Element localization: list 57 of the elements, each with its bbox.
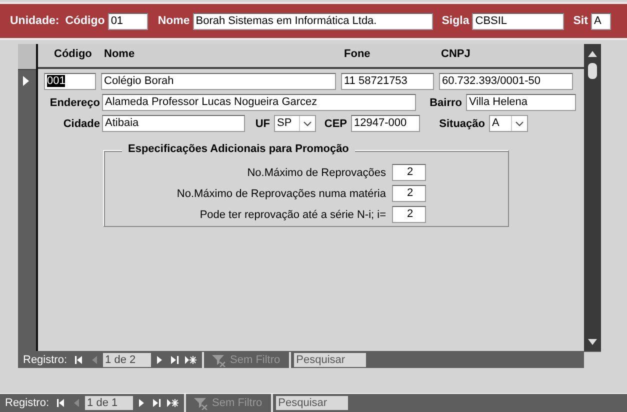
- input-field[interactable]: Borah Sistemas em Informática Ltda.: [192, 12, 433, 30]
- field-label: No.Máximo de Reprovações numa matéria: [176, 188, 386, 200]
- filter-icon: [211, 354, 228, 366]
- input-field[interactable]: Alameda Professor Lucas Nogueira Garcez: [102, 94, 416, 111]
- navigation-button[interactable]: [165, 396, 182, 410]
- field-label: CEP: [323, 118, 347, 130]
- first-record-icon: [74, 355, 84, 365]
- navigation-button[interactable]: [183, 353, 200, 367]
- last-record-icon: [152, 398, 162, 408]
- field-label: Endereço: [48, 96, 100, 108]
- field-label: Bairro: [428, 96, 462, 108]
- column-header: Fone: [344, 48, 372, 60]
- unit-title: Unidade:: [10, 15, 60, 27]
- input-field[interactable]: A: [590, 12, 611, 30]
- input-field[interactable]: 01: [108, 12, 148, 30]
- field-label: Código: [65, 15, 105, 27]
- next-record-icon: [136, 398, 146, 408]
- field-label: UF: [254, 118, 270, 130]
- selector-header: [18, 44, 36, 70]
- field-label: Sigla: [442, 15, 470, 27]
- input-field[interactable]: Colégio Borah: [101, 73, 336, 90]
- field-label: Nome: [158, 15, 190, 27]
- filter-icon: [193, 396, 210, 410]
- field-label: Pode ter reprovação até a série N-i; i=: [200, 208, 386, 220]
- input-field[interactable]: 2: [392, 206, 426, 223]
- field-label: Situação: [438, 118, 485, 130]
- input-field[interactable]: 2: [392, 185, 426, 202]
- record-position-field[interactable]: 1 de 1: [85, 396, 134, 410]
- column-header: Código: [54, 48, 93, 60]
- dropdown-field[interactable]: A: [489, 115, 528, 132]
- scroll-bar[interactable]: [584, 44, 601, 351]
- input-field[interactable]: Atibaia: [102, 115, 245, 132]
- input-field[interactable]: 60.732.393/0001-50: [439, 73, 573, 90]
- input-field[interactable]: 2: [392, 164, 426, 181]
- last-record-icon: [170, 355, 180, 365]
- record-label: Registro:: [4, 397, 50, 409]
- input-field[interactable]: 001: [44, 73, 96, 90]
- search-field[interactable]: Pesquisar: [276, 396, 348, 410]
- input-field[interactable]: 12947-000: [351, 115, 420, 132]
- field-label: Cidade: [62, 118, 100, 130]
- record-label: Registro:: [22, 354, 68, 366]
- column-header: CNPJ: [441, 48, 472, 60]
- new-record-icon: [185, 355, 198, 365]
- input-field[interactable]: CBSIL: [472, 12, 564, 30]
- scroll-thumb[interactable]: [588, 63, 597, 79]
- input-field[interactable]: Villa Helena: [466, 94, 576, 111]
- next-record-icon: [154, 355, 164, 365]
- record-position-field[interactable]: 1 de 2: [103, 353, 152, 367]
- field-label: Sit: [573, 15, 588, 27]
- field-label: No.Máximo de Reprovações: [247, 166, 386, 178]
- column-header: Nome: [104, 48, 136, 60]
- new-record-icon: [167, 398, 180, 408]
- input-field[interactable]: 11 58721753: [341, 73, 434, 90]
- search-field[interactable]: Pesquisar: [294, 353, 366, 367]
- dropdown-field[interactable]: SP: [274, 115, 316, 132]
- first-record-icon: [56, 398, 66, 408]
- group-title: Especificações Adicionais para Promoção: [122, 143, 355, 155]
